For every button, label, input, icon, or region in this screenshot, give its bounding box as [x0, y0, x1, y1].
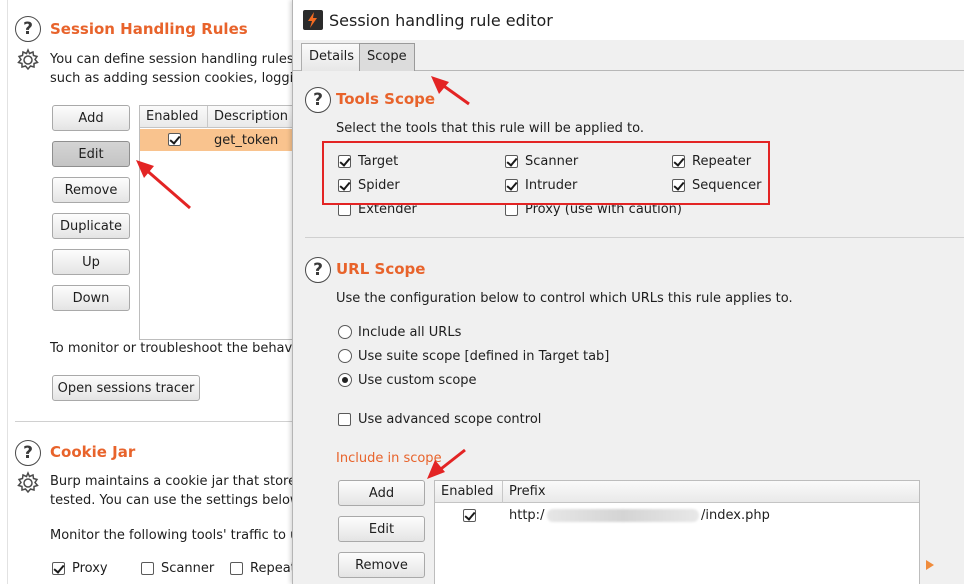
remove-rule-button[interactable]: Remove [52, 177, 130, 203]
include-scope-table[interactable]: Enabled Prefix http:/ /index.php [434, 480, 920, 584]
table-row[interactable]: http:/ /index.php [435, 504, 919, 526]
monitor-troubleshoot-text: To monitor or troubleshoot the behavior … [50, 341, 326, 356]
use-custom-scope-radio[interactable] [338, 373, 352, 387]
duplicate-rule-button[interactable]: Duplicate [52, 213, 130, 239]
url-scope-description: Use the configuration below to control w… [336, 291, 793, 306]
tab-scope[interactable]: Scope [359, 43, 415, 71]
url-scope-title: URL Scope [336, 260, 426, 278]
edit-rule-button[interactable]: Edit [52, 141, 130, 167]
annotation-arrow [431, 76, 470, 106]
rule-description: get_token [214, 133, 279, 148]
table-header: Enabled Prefix [435, 481, 919, 503]
annotation-arrow [136, 160, 191, 210]
burp-logo-icon [303, 10, 323, 30]
table-header: Enabled Description [140, 106, 308, 128]
annotation-highlight-box [322, 141, 770, 205]
url-enabled-checkbox[interactable] [463, 509, 476, 522]
use-suite-scope-radio[interactable] [338, 349, 352, 363]
url-prefix-end: /index.php [701, 508, 770, 523]
cookie-jar-title: Cookie Jar [50, 443, 136, 461]
rule-enabled-checkbox[interactable] [168, 133, 181, 146]
repeater-checkbox[interactable] [230, 562, 243, 575]
help-icon[interactable]: ? [15, 16, 41, 42]
tools-scope-description: Select the tools that this rule will be … [336, 121, 644, 136]
scanner-label: Scanner [161, 561, 215, 576]
remove-url-button[interactable]: Remove [338, 552, 425, 578]
session-rules-description-line2: such as adding session cookies, logging … [50, 71, 318, 86]
tools-scope-title: Tools Scope [336, 90, 436, 108]
cookie-jar-description-line2: tested. You can use the settings below t… [50, 493, 318, 508]
session-settings-panel: ? Session Handling Rules You can define … [0, 0, 336, 584]
tab-details[interactable]: Details [301, 43, 363, 71]
move-down-button[interactable]: Down [52, 285, 130, 311]
left-margin [0, 0, 8, 584]
proxy-label: Proxy [72, 561, 108, 576]
proxy-checkbox[interactable] [52, 562, 65, 575]
gear-icon [17, 471, 39, 494]
session-rules-table[interactable]: Enabled Description get_token [139, 105, 309, 340]
use-custom-scope-label: Use custom scope [358, 373, 477, 388]
section-divider [305, 237, 964, 238]
open-sessions-tracer-button[interactable]: Open sessions tracer [52, 375, 200, 401]
edit-url-button[interactable]: Edit [338, 516, 425, 542]
gear-icon [17, 48, 39, 71]
annotation-arrow [427, 448, 466, 479]
advanced-scope-checkbox[interactable] [338, 413, 351, 426]
title-bar[interactable]: Session handling rule editor [293, 0, 964, 40]
redacted-host [547, 509, 699, 522]
column-header-prefix[interactable]: Prefix [503, 481, 919, 503]
include-all-urls-label: Include all URLs [358, 325, 462, 340]
use-suite-scope-label: Use suite scope [defined in Target tab] [358, 349, 610, 364]
window-title: Session handling rule editor [329, 11, 553, 30]
section-divider [15, 421, 300, 422]
include-all-urls-radio[interactable] [338, 325, 352, 339]
move-up-button[interactable]: Up [52, 249, 130, 275]
help-icon[interactable]: ? [305, 257, 331, 283]
session-rules-description-line1: You can define session handling rules to… [50, 52, 328, 67]
table-row[interactable]: get_token [140, 129, 308, 151]
column-header-enabled[interactable]: Enabled [435, 481, 503, 503]
scanner-checkbox[interactable] [141, 562, 154, 575]
url-prefix-start: http:/ [509, 508, 545, 523]
add-rule-button[interactable]: Add [52, 105, 130, 131]
session-rules-title: Session Handling Rules [50, 20, 248, 38]
advanced-scope-label: Use advanced scope control [358, 412, 542, 427]
add-url-button[interactable]: Add [338, 480, 425, 506]
expand-arrow-icon[interactable] [925, 559, 935, 571]
scope-tab-content: ? Tools Scope Select the tools that this… [293, 71, 964, 584]
tab-bar: Details Scope [293, 40, 964, 71]
column-header-enabled[interactable]: Enabled [140, 106, 208, 128]
help-icon[interactable]: ? [305, 87, 331, 113]
help-icon[interactable]: ? [15, 440, 41, 466]
session-rule-editor-dialog: Session handling rule editor Details Sco… [292, 0, 964, 584]
cookie-jar-description-line1: Burp maintains a cookie jar that stores … [50, 474, 323, 489]
repeater-label: Repeat [250, 561, 296, 576]
